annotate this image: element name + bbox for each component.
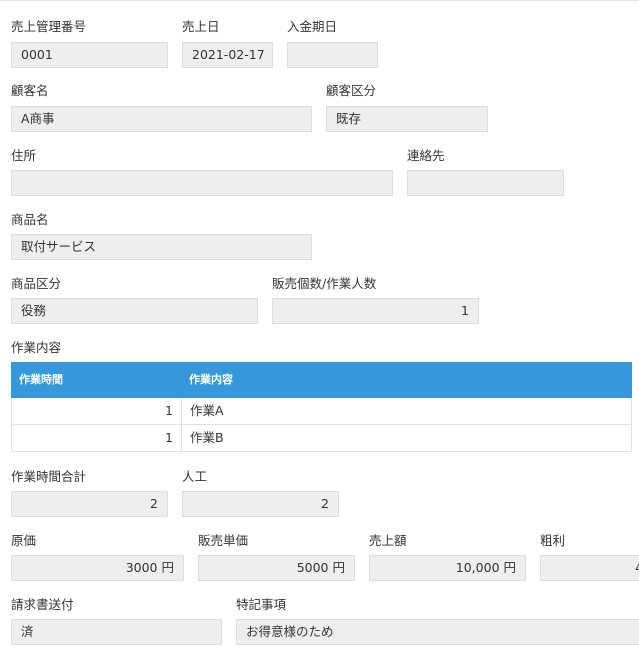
remarks-label: 特記事項 bbox=[236, 597, 287, 612]
gross-profit-field[interactable]: 4 bbox=[540, 555, 639, 581]
product-name-label: 商品名 bbox=[11, 212, 49, 227]
total-hours-label: 作業時間合計 bbox=[11, 469, 87, 484]
sales-date-field[interactable]: 2021-02-17 bbox=[182, 42, 273, 68]
address-label: 住所 bbox=[11, 148, 37, 163]
cell-hours[interactable]: 1 bbox=[12, 425, 182, 451]
gross-profit-value: 4 bbox=[635, 560, 639, 575]
address-field[interactable] bbox=[11, 170, 393, 196]
invoice-sent-label: 請求書送付 bbox=[11, 597, 74, 612]
manpower-field[interactable]: 2 bbox=[182, 491, 339, 517]
gross-profit-label: 粗利 bbox=[540, 533, 566, 548]
remarks-field[interactable]: お得意様のため bbox=[236, 619, 639, 645]
cell-content[interactable]: 作業A bbox=[190, 398, 224, 424]
payment-date-field[interactable] bbox=[287, 42, 378, 68]
customer-name-label: 顧客名 bbox=[11, 83, 49, 98]
unit-price-label: 販売単価 bbox=[198, 533, 249, 548]
sales-amount-label: 売上額 bbox=[369, 533, 407, 548]
sales-date-label: 売上日 bbox=[182, 19, 220, 34]
sales-no-field[interactable]: 0001 bbox=[11, 42, 168, 68]
cost-field[interactable]: 3000 円 bbox=[11, 555, 184, 581]
customer-class-label: 顧客区分 bbox=[326, 83, 377, 98]
total-hours-field[interactable]: 2 bbox=[11, 491, 168, 517]
product-class-field[interactable]: 役務 bbox=[11, 298, 258, 324]
work-table-header: 作業時間 作業内容 bbox=[11, 362, 632, 398]
manpower-label: 人工 bbox=[182, 469, 208, 484]
col-header-hours: 作業時間 bbox=[19, 373, 63, 386]
contact-label: 連絡先 bbox=[407, 148, 445, 163]
work-table: 作業時間 作業内容 1 作業A 1 作業B bbox=[11, 362, 632, 452]
sales-amount-field[interactable]: 10,000 円 bbox=[369, 555, 526, 581]
sales-qty-label: 販売個数/作業人数 bbox=[272, 276, 377, 291]
cell-hours[interactable]: 1 bbox=[12, 398, 182, 424]
payment-date-label: 入金期日 bbox=[287, 19, 338, 34]
sales-qty-field[interactable]: 1 bbox=[272, 298, 479, 324]
sales-no-label: 売上管理番号 bbox=[11, 19, 87, 34]
col-header-content: 作業内容 bbox=[189, 373, 233, 386]
work-table-label: 作業内容 bbox=[11, 340, 62, 355]
product-name-field[interactable]: 取付サービス bbox=[11, 234, 312, 260]
table-row[interactable]: 1 作業A bbox=[11, 398, 632, 425]
table-row[interactable]: 1 作業B bbox=[11, 425, 632, 452]
invoice-sent-field[interactable]: 済 bbox=[11, 619, 222, 645]
customer-name-field[interactable]: A商事 bbox=[11, 106, 312, 132]
cost-label: 原価 bbox=[11, 533, 37, 548]
customer-class-field[interactable]: 既存 bbox=[326, 106, 488, 132]
cell-content[interactable]: 作業B bbox=[190, 425, 224, 451]
product-class-label: 商品区分 bbox=[11, 276, 62, 291]
top-divider bbox=[0, 0, 639, 1]
contact-field[interactable] bbox=[407, 170, 564, 196]
unit-price-field[interactable]: 5000 円 bbox=[198, 555, 355, 581]
